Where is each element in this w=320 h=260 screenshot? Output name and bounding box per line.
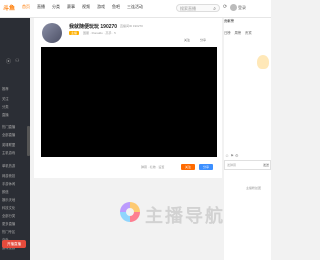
sidebar-scrollbar[interactable] — [27, 126, 30, 156]
anchor-badge: 主播 — [69, 31, 80, 35]
controls-text[interactable]: 弹幕 · 礼物 · 设置 — [141, 165, 164, 169]
share-link[interactable]: 分享 — [200, 38, 206, 42]
nav-game[interactable]: 游戏 — [97, 4, 105, 10]
user-avatar[interactable] — [230, 4, 237, 11]
chat-toolbar: ☺ ⚑ ⚙ — [225, 153, 239, 158]
right-panel: 贡献榜 日榜 周榜 贵宾 ☺ ⚑ ⚙ 发弹幕 发送 主播粉丝团 — [224, 18, 271, 260]
watermark-logo-icon — [120, 202, 140, 222]
settings-icon[interactable]: ⚙ — [235, 153, 239, 158]
sidebar-item[interactable]: 颜值 — [2, 189, 9, 194]
location-icon[interactable]: ⦿ — [6, 58, 11, 65]
emoji-icon[interactable]: ☺ — [225, 153, 229, 158]
search-icon[interactable]: ⌕ — [213, 5, 216, 13]
sidebar-item[interactable]: 单机热游 — [2, 163, 15, 168]
player-controls: 弹幕 · 礼物 · 设置 关注 分享 — [41, 162, 217, 172]
sidebar-item[interactable]: 主机游戏 — [2, 150, 15, 155]
mascot-image — [257, 55, 269, 69]
nav-video[interactable]: 视频 — [82, 4, 90, 10]
sidebar-item[interactable]: 热门专区 — [2, 229, 15, 234]
rank-tabs: 日榜 周榜 贵宾 — [224, 30, 252, 35]
nav-home[interactable]: 首页 — [22, 4, 30, 10]
sidebar-item[interactable]: 英雄联盟 — [2, 142, 15, 147]
sidebar-item[interactable]: 推荐 — [2, 86, 9, 91]
sidebar-item[interactable]: 直播 — [2, 112, 9, 117]
send-button[interactable]: 发送 — [263, 161, 269, 169]
history-icon[interactable]: ⟳ — [223, 4, 227, 10]
login-link[interactable]: 登录 — [238, 5, 246, 11]
watermark: 主播导航 — [120, 200, 230, 230]
chat-placeholder: 发弹幕 — [227, 163, 237, 167]
tab-week[interactable]: 周榜 — [235, 31, 242, 35]
tab-vip[interactable]: 贵宾 — [245, 31, 252, 35]
sidebar-item[interactable]: 全部直播 — [2, 132, 15, 137]
follow-button[interactable]: 关注 — [181, 164, 195, 170]
room-subtitle: 直播间ID 190270 — [120, 24, 143, 28]
watermark-text: 主播导航 — [145, 206, 225, 226]
share-button[interactable]: 分享 — [199, 164, 213, 170]
nav-forum[interactable]: 鱼吧 — [112, 4, 120, 10]
video-player[interactable] — [41, 47, 217, 157]
room-panel: 我就随便玩玩 190270 直播间ID 190270 主播 国服 · Ronal… — [34, 18, 222, 178]
search-placeholder: 搜索直播 — [180, 6, 196, 11]
room-title: 我就随便玩玩 190270 — [69, 24, 118, 30]
search-input[interactable]: 搜索直播 ⌕ — [176, 4, 220, 12]
sidebar: ⦿ ⚇ 推荐 关注 分类 直播 热门直播 全部直播 英雄联盟 主机游戏 单机热游… — [0, 18, 30, 260]
sidebar-item[interactable]: 手游休闲 — [2, 181, 15, 186]
nav-live[interactable]: 直播 — [37, 4, 45, 10]
nav-activity[interactable]: 三连活动 — [127, 4, 143, 10]
top-bar: 斗鱼 首页 直播 分类 赛事 视频 游戏 鱼吧 三连活动 搜索直播 ⌕ ⟳ 登录 — [0, 0, 271, 18]
sidebar-item[interactable]: 更多直播 — [2, 221, 15, 226]
sidebar-item[interactable]: 娱乐天地 — [2, 197, 15, 202]
tab-day[interactable]: 日榜 — [224, 31, 231, 35]
sidebar-item[interactable]: 热门直播 — [2, 124, 15, 129]
start-stream-button[interactable]: 开播直播 — [2, 240, 26, 248]
sidebar-item[interactable]: 科技文化 — [2, 205, 15, 210]
follow-link[interactable]: 关注 — [184, 38, 190, 42]
sidebar-item[interactable]: 关注 — [2, 96, 9, 101]
chat-input[interactable]: 发弹幕 发送 — [224, 160, 271, 170]
sidebar-item[interactable]: 网游竞技 — [2, 173, 15, 178]
nav-category[interactable]: 分类 — [52, 4, 60, 10]
site-logo[interactable]: 斗鱼 — [3, 3, 15, 12]
streamer-avatar[interactable] — [42, 23, 62, 43]
gift-icon[interactable]: ⚑ — [230, 153, 234, 158]
room-meta: 国服 · Ronaldo · 高手 · 5 — [83, 31, 116, 35]
sidebar-item[interactable]: 分类 — [2, 104, 9, 109]
fans-label: 主播粉丝团 — [246, 186, 262, 190]
sidebar-item[interactable]: 全部分类 — [2, 213, 15, 218]
user-icon[interactable]: ⚇ — [15, 58, 19, 64]
nav-events[interactable]: 赛事 — [67, 4, 75, 10]
rank-title[interactable]: 贡献榜 — [224, 18, 234, 23]
